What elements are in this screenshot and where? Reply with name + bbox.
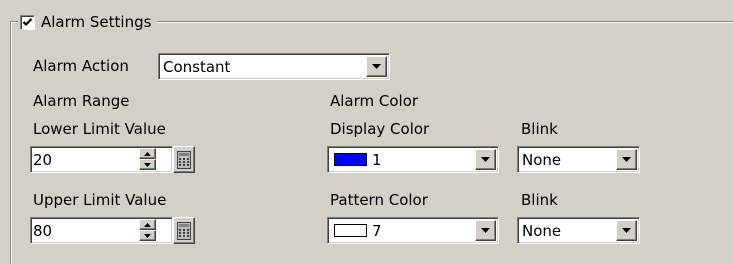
alarm-action-dropdown-button[interactable] xyxy=(366,56,387,77)
display-blink-label: Blink xyxy=(521,120,558,138)
display-blink-select[interactable]: None xyxy=(517,146,640,173)
chevron-down-icon xyxy=(481,228,490,233)
lower-limit-label: Lower Limit Value xyxy=(33,120,166,138)
pattern-blink-value: None xyxy=(522,221,562,240)
pattern-color-label: Pattern Color xyxy=(330,191,428,209)
alarm-settings-checkbox[interactable] xyxy=(20,14,35,30)
alarm-color-heading: Alarm Color xyxy=(330,92,419,110)
alarm-action-label: Alarm Action xyxy=(33,57,129,75)
spin-down-icon xyxy=(144,162,151,167)
upper-limit-spin-down-button[interactable] xyxy=(139,230,156,241)
group-border-left-highlight xyxy=(11,22,12,264)
lower-limit-spin-up-button[interactable] xyxy=(139,148,156,159)
pattern-color-value: 7 xyxy=(372,221,382,240)
lower-limit-value: 20 xyxy=(33,150,53,169)
display-blink-dropdown-button[interactable] xyxy=(616,149,637,170)
alarm-settings-legend[interactable]: Alarm Settings xyxy=(18,10,158,34)
checkmark-icon xyxy=(22,17,33,26)
chevron-down-icon xyxy=(622,228,631,233)
display-color-dropdown-button[interactable] xyxy=(475,149,496,170)
upper-limit-value: 80 xyxy=(33,221,53,240)
pattern-blink-select[interactable]: None xyxy=(517,217,640,244)
pattern-color-select[interactable]: 7 xyxy=(327,217,499,244)
lower-limit-spinner[interactable] xyxy=(139,148,156,170)
chevron-down-icon xyxy=(372,64,381,69)
alarm-range-heading: Alarm Range xyxy=(33,92,130,110)
keypad-icon xyxy=(177,150,191,169)
display-color-value: 1 xyxy=(372,150,382,169)
keypad-icon xyxy=(177,221,191,240)
display-blink-value: None xyxy=(522,150,562,169)
display-color-select[interactable]: 1 xyxy=(327,146,499,173)
alarm-action-select[interactable]: Constant xyxy=(158,53,390,80)
spin-up-icon xyxy=(144,151,151,156)
chevron-down-icon xyxy=(622,157,631,162)
upper-limit-spin-up-button[interactable] xyxy=(139,219,156,230)
spin-up-icon xyxy=(144,222,151,227)
pattern-color-dropdown-button[interactable] xyxy=(475,220,496,241)
lower-limit-keypad-button[interactable] xyxy=(173,146,195,173)
upper-limit-keypad-button[interactable] xyxy=(173,217,195,244)
pattern-blink-label: Blink xyxy=(521,191,558,209)
upper-limit-spinner[interactable] xyxy=(139,219,156,241)
alarm-action-value: Constant xyxy=(163,57,231,76)
upper-limit-label: Upper Limit Value xyxy=(33,191,167,209)
alarm-settings-title: Alarm Settings xyxy=(41,13,152,31)
spin-down-icon xyxy=(144,233,151,238)
chevron-down-icon xyxy=(481,157,490,162)
display-color-swatch xyxy=(334,153,367,166)
display-color-label: Display Color xyxy=(330,120,430,138)
lower-limit-spin-down-button[interactable] xyxy=(139,159,156,170)
pattern-color-swatch xyxy=(334,224,367,237)
pattern-blink-dropdown-button[interactable] xyxy=(616,220,637,241)
